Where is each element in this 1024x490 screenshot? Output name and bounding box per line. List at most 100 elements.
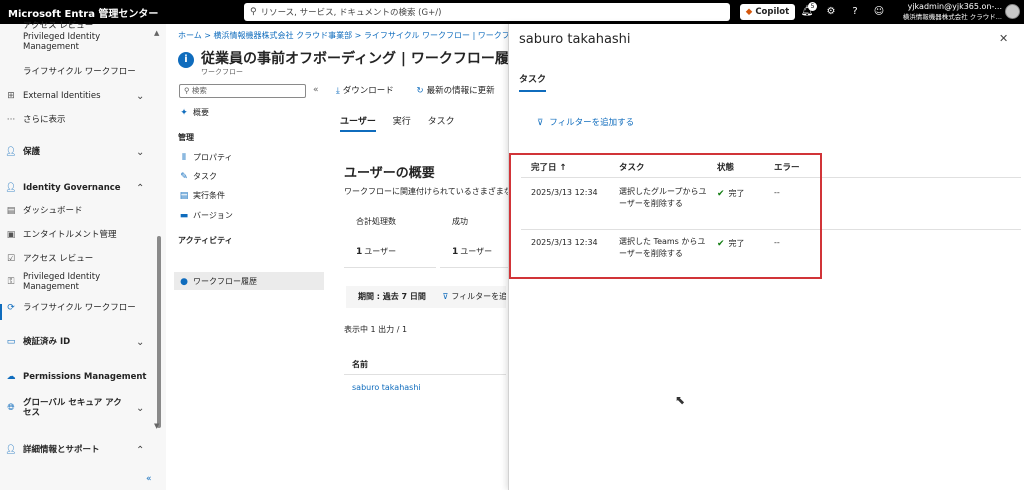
card-value: 1 ユーザー bbox=[452, 246, 492, 257]
menu-workflow-history[interactable]: ● ワークフロー履歴 bbox=[178, 276, 257, 287]
versions-icon: ▬ bbox=[179, 210, 189, 221]
nav-label: Privileged Identity Management bbox=[23, 32, 101, 52]
user-link[interactable]: saburo takahashi bbox=[352, 383, 421, 392]
nav-label: Identity Governance bbox=[23, 183, 121, 193]
review-icon: ☑ bbox=[6, 254, 16, 264]
support-icon: 👤︎ bbox=[5, 445, 17, 455]
collapse-nav-icon[interactable]: « bbox=[146, 474, 152, 484]
period-filter[interactable]: 期間 : 過去 7 日間 bbox=[358, 292, 426, 301]
menu-label: ワークフロー履歴 bbox=[193, 277, 257, 286]
menu-overview[interactable]: ✦ 概要 bbox=[178, 107, 209, 118]
breadcrumb[interactable]: ホーム > 横浜情報機器株式会社 クラウド事業部 > ライフサイクル ワークフロ… bbox=[178, 30, 508, 41]
chevron-up-icon: ⌃ bbox=[136, 182, 145, 194]
copilot-button[interactable]: ◆ Copilot bbox=[740, 4, 795, 20]
summary-title: ユーザーの概要 bbox=[344, 166, 435, 181]
card-label: 成功 bbox=[452, 217, 468, 226]
tab-users[interactable]: ユーザー bbox=[340, 114, 376, 132]
menu-label: プロパティ bbox=[193, 153, 233, 162]
card-label: 合計処理数 bbox=[356, 217, 396, 226]
menu-search-input[interactable]: ⚲ 検索 bbox=[179, 84, 306, 98]
chevron-down-icon: ⌄ bbox=[136, 146, 145, 158]
menu-label: バージョン bbox=[193, 211, 233, 220]
feedback-icon[interactable]: ☺ bbox=[872, 5, 886, 19]
lifecycle-icon: ⟳ bbox=[7, 303, 15, 313]
cloud-icon: ☁ bbox=[6, 372, 16, 382]
external-identities-icon: ⊞ bbox=[7, 91, 15, 101]
refresh-label: 最新の情報に更新 bbox=[426, 86, 495, 96]
scroll-down-arrow-icon[interactable]: ▼ bbox=[154, 422, 159, 430]
brand-title[interactable]: Microsoft Entra 管理センター bbox=[0, 5, 240, 20]
filter-icon: ⊽ bbox=[442, 292, 449, 301]
page-subtitle: ワークフロー bbox=[201, 68, 243, 76]
copilot-label: Copilot bbox=[755, 7, 790, 17]
history-icon: ● bbox=[180, 276, 188, 287]
menu-label: 実行条件 bbox=[193, 191, 225, 200]
nav-label: エンタイトルメント管理 bbox=[23, 230, 117, 240]
nav-label: 検証済み ID bbox=[23, 337, 71, 347]
menu-heading-activity: アクティビティ bbox=[178, 236, 233, 245]
card-number: 1 bbox=[452, 247, 459, 257]
panel-tab-tasks[interactable]: タスク bbox=[519, 72, 547, 92]
verified-id-icon: ▭ bbox=[6, 337, 16, 347]
card-unit: ユーザー bbox=[364, 247, 397, 256]
toolbar: ⤓ ダウンロード ↻ 最新の情報に更新 bbox=[336, 84, 515, 96]
search-placeholder: リソース, サービス, ドキュメントの検索 (G+/) bbox=[260, 8, 442, 18]
panel-add-filter-button[interactable]: ⊽ フィルターを追加する bbox=[537, 116, 634, 128]
filter-icon: ⊽ bbox=[537, 118, 544, 128]
add-filter-button[interactable]: ⊽ フィルターを追 bbox=[442, 292, 506, 301]
help-icon[interactable]: ? bbox=[848, 5, 862, 19]
panel-add-filter-label: フィルターを追加する bbox=[549, 118, 635, 128]
results-count: 表示中 1 出力 / 1 bbox=[344, 325, 408, 334]
scroll-up-arrow-icon[interactable]: ▲ bbox=[154, 29, 159, 37]
nav-label: Privileged Identity Management bbox=[23, 272, 101, 292]
highlight-box bbox=[509, 153, 822, 279]
nav-scrollbar[interactable] bbox=[157, 236, 161, 428]
total-processed-card[interactable]: 合計処理数 1 ユーザー bbox=[344, 208, 436, 268]
tab-bar: ユーザー 実行 タスク bbox=[340, 114, 469, 132]
protection-icon: 👤︎ bbox=[5, 147, 17, 157]
column-header-name[interactable]: 名前 bbox=[352, 359, 368, 370]
tasks-icon: ✎ bbox=[180, 171, 188, 182]
close-icon[interactable]: ✕ bbox=[999, 32, 1008, 45]
chevron-up-icon: ⌃ bbox=[136, 444, 145, 456]
overview-icon: ✦ bbox=[180, 107, 188, 118]
menu-properties[interactable]: ⦀ プロパティ bbox=[178, 152, 233, 163]
account-org: 横浜情報機器株式会社 クラウド... bbox=[902, 13, 1002, 21]
chevron-down-icon: ⌄ bbox=[136, 336, 145, 348]
nav-label: 保護 bbox=[23, 147, 41, 157]
dashboard-icon: ▤ bbox=[6, 206, 16, 216]
globe-icon: 🌐︎ bbox=[7, 403, 15, 413]
divider bbox=[344, 374, 506, 375]
nav-label: Permissions Management bbox=[23, 372, 147, 382]
menu-label: タスク bbox=[193, 172, 217, 181]
menu-conditions[interactable]: ▤ 実行条件 bbox=[178, 190, 225, 201]
account-menu[interactable]: yjkadmin@yjk365.on-... 横浜情報機器株式会社 クラウド..… bbox=[898, 2, 1002, 22]
main-content: ホーム > 横浜情報機器株式会社 クラウド事業部 > ライフサイクル ワークフロ… bbox=[166, 24, 532, 490]
menu-tasks[interactable]: ✎ タスク bbox=[178, 171, 217, 182]
card-number: 1 bbox=[356, 247, 363, 257]
filter-bar: 期間 : 過去 7 日間 ⊽ フィルターを追 bbox=[346, 286, 506, 308]
menu-versions[interactable]: ▬ バージョン bbox=[178, 210, 233, 221]
refresh-button[interactable]: ↻ 最新の情報に更新 bbox=[416, 86, 504, 96]
download-button[interactable]: ⤓ ダウンロード bbox=[336, 86, 404, 96]
collapse-menu-icon[interactable]: « bbox=[313, 85, 319, 95]
nav-label: グローバル セキュア アクセス bbox=[23, 398, 122, 418]
avatar[interactable] bbox=[1005, 4, 1020, 19]
nav-label: External Identities bbox=[23, 91, 101, 101]
menu-heading-manage: 管理 bbox=[178, 133, 194, 142]
nav-label: さらに表示 bbox=[23, 115, 66, 125]
conditions-icon: ▤ bbox=[179, 190, 189, 201]
copilot-icon: ◆ bbox=[745, 7, 753, 17]
nav-label: ダッシュボード bbox=[23, 206, 83, 216]
tab-runs[interactable]: 実行 bbox=[393, 114, 411, 130]
refresh-icon: ↻ bbox=[416, 86, 424, 96]
pim-icon: ⚿ bbox=[7, 277, 15, 287]
properties-icon: ⦀ bbox=[182, 152, 186, 163]
info-icon: i bbox=[178, 52, 194, 68]
download-label: ダウンロード bbox=[342, 86, 394, 96]
global-search-input[interactable]: ⚲ リソース, サービス, ドキュメントの検索 (G+/) bbox=[244, 3, 730, 21]
add-filter-label: フィルターを追 bbox=[451, 292, 506, 301]
left-nav: ▲ アクセス レビュー Privileged Identity Manageme… bbox=[0, 21, 166, 490]
tab-tasks[interactable]: タスク bbox=[428, 114, 455, 130]
gear-icon[interactable]: ⚙ bbox=[824, 5, 838, 19]
